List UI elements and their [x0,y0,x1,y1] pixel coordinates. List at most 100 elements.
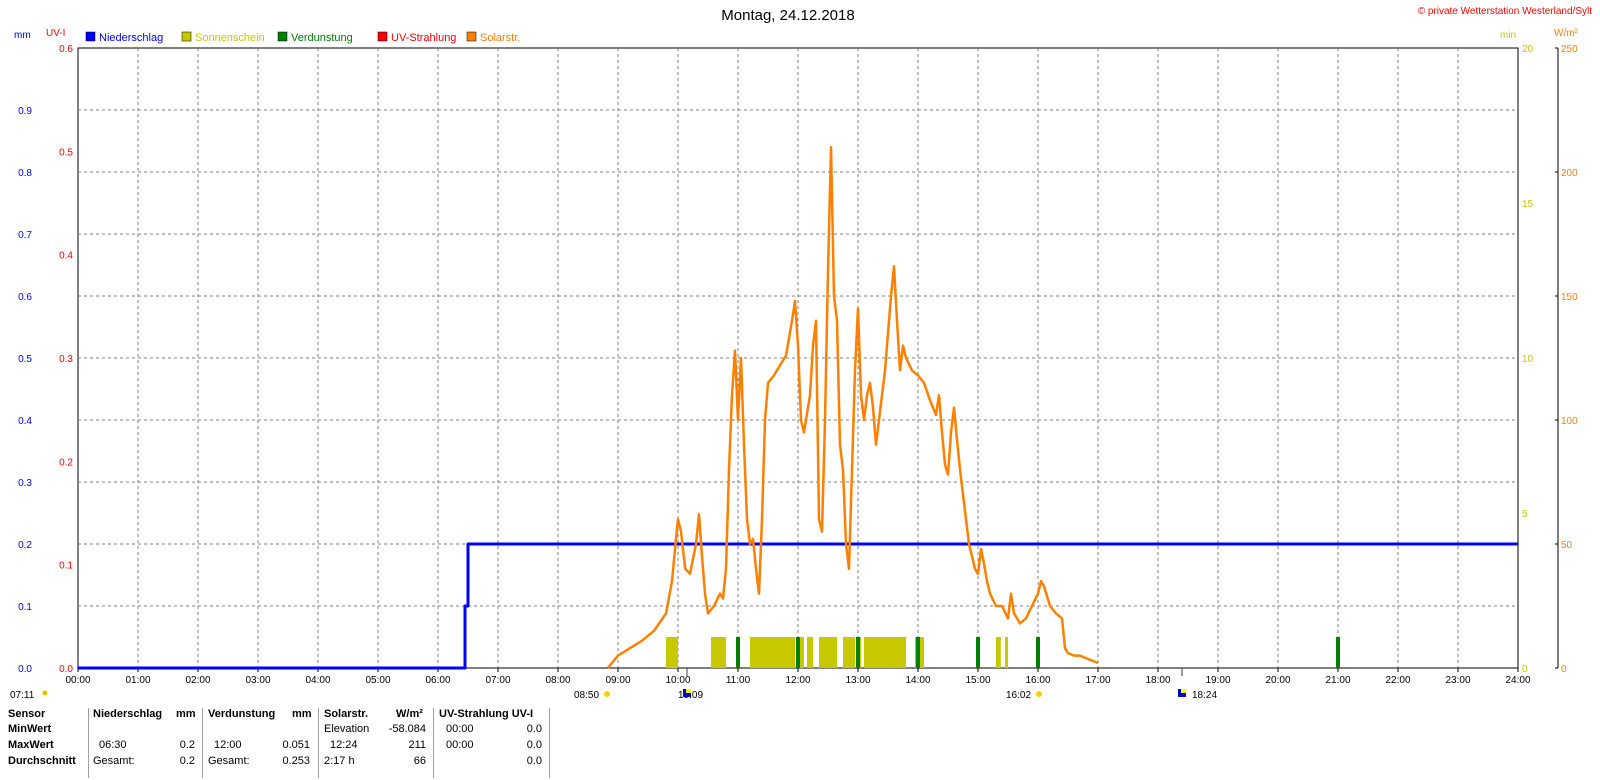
x-tick-label: 16:00 [1025,675,1050,686]
legend-label: Verdunstung [291,32,353,44]
sunshine-bar [666,637,678,668]
y-min-tick-label: 10 [1522,354,1534,365]
y-uvi-tick-label: 0.6 [59,44,73,55]
x-tick-label: 05:00 [365,675,390,686]
sun-end-time-label: 16:02 [1006,690,1031,701]
stats-max-uv-time: 00:00 [446,739,474,751]
evaporation-spike [856,637,860,668]
x-tick-label: 13:00 [845,675,870,686]
stats-max-nieder-val: 0.2 [179,739,195,751]
y-min-tick-label: 0 [1522,664,1528,675]
stats-min-uv-time: 00:00 [446,723,474,735]
y-mm-tick-label: 0.6 [18,292,32,303]
x-tick-label: 09:00 [605,675,630,686]
legend-swatch [85,31,96,42]
stats-avg-solar-time: 2:17 h [324,755,355,767]
x-tick-label: 22:00 [1385,675,1410,686]
stats-max-nieder-time: 06:30 [99,739,127,751]
y-wm2-tick-label: 100 [1561,416,1578,427]
stats-min-solar-time: Elevation [324,723,370,735]
unit-mm-label: mm [14,30,31,41]
legend-label: UV-Strahlung [391,32,456,44]
y-mm-tick-label: 0.7 [18,230,32,241]
unit-min-label: min [1500,30,1516,41]
x-tick-label: 06:00 [425,675,450,686]
stats-avg-label: Durchschnitt [8,755,76,767]
sunrise-time-label: 07:11 [10,690,35,701]
stats-max-label: MaxWert [8,739,54,751]
stats-avg-verd-val: 0.253 [282,755,310,767]
sun-end-icon [1036,691,1042,697]
chart-legend: Niederschlag Sonnenschein Verdunstung UV-St… [85,31,520,44]
stats-min-label: MinWert [8,723,52,735]
sunshine-bar [864,637,906,668]
y-uvi-tick-label: 0.3 [59,354,73,365]
stats-max-solar-time: 12:24 [330,739,358,751]
stats-min-uv-val: 0.0 [526,723,542,735]
evaporation-spike [1336,637,1340,668]
x-tick-label: 12:00 [785,675,810,686]
y-mm-tick-label: 0.8 [18,168,32,179]
x-tick-label: 04:00 [305,675,330,686]
stats-min-solar-val: -58.084 [388,723,426,735]
sunshine-bar [711,637,726,668]
y-uvi-tick-label: 0.0 [59,664,73,675]
stats-verd-header: Verdunstung [208,708,276,720]
x-tick-label: 14:00 [905,675,930,686]
stats-avg-verd-time: Gesamt: [208,755,250,767]
weather-chart: Montag, 24.12.2018 © private Wetterstati… [10,6,1592,701]
stats-divider [549,708,550,778]
moon-rise-icon-highlight [686,689,691,693]
stats-avg-nieder-val: 0.2 [179,755,195,767]
sunshine-bar [996,637,1001,668]
stats-max-uv-val: 0.0 [526,739,542,751]
y-wm2-tick-label: 250 [1561,44,1578,55]
y-uvi-tick-label: 0.4 [59,251,73,262]
y-min-tick-label: 20 [1522,44,1534,55]
x-tick-label: 08:00 [545,675,570,686]
stats-verd-unit: mm [292,708,312,720]
sunshine-bar [750,637,795,668]
legend-label: Niederschlag [99,32,163,44]
stats-max-solar-val: 211 [408,739,426,751]
legend-label: Solarstr. [480,32,520,44]
stats-max-verd-val: 0.051 [282,739,310,751]
y-mm-tick-label: 0.4 [18,416,32,427]
stats-nieder-header: Niederschlag [93,708,163,720]
sunset-icon-highlight [1181,689,1186,693]
x-tick-label: 02:00 [185,675,210,686]
stats-divider [88,708,89,778]
sunshine-bar [843,637,855,668]
evaporation-spike [796,637,800,668]
x-tick-label: 01:00 [125,675,150,686]
stats-divider [433,708,434,778]
y-mm-tick-label: 0.1 [18,602,32,613]
unit-uvi-label: UV-I [46,28,65,39]
legend-label: Sonnenschein [195,32,265,44]
evaporation-spike [976,637,980,668]
x-tick-label: 17:00 [1085,675,1110,686]
y-mm-tick-label: 0.3 [18,478,32,489]
unit-wm2-label: W/m² [1554,28,1579,39]
y-wm2-tick-label: 150 [1561,292,1578,303]
legend-swatch [377,31,388,42]
legend-swatch [181,31,192,42]
y-min-tick-label: 15 [1522,199,1534,210]
sunshine-bar [819,637,837,668]
x-tick-label: 23:00 [1445,675,1470,686]
stats-nieder-unit: mm [176,708,196,720]
stats-sensor-header: Sensor [8,708,46,720]
y-uvi-tick-label: 0.2 [59,457,73,468]
x-tick-label: 15:00 [965,675,990,686]
x-tick-label: 21:00 [1325,675,1350,686]
evaporation-spike [916,637,920,668]
x-tick-label: 07:00 [485,675,510,686]
stats-solar-header: Solarstr. [324,708,369,720]
evaporation-spike [1036,637,1040,668]
y-min-tick-label: 5 [1522,509,1528,520]
legend-swatch [466,31,477,42]
sun-start-icon [604,691,610,697]
sun-start-time-label: 08:50 [574,690,599,701]
sunshine-bar [1005,637,1008,668]
stats-avg-nieder-time: Gesamt: [93,755,135,767]
